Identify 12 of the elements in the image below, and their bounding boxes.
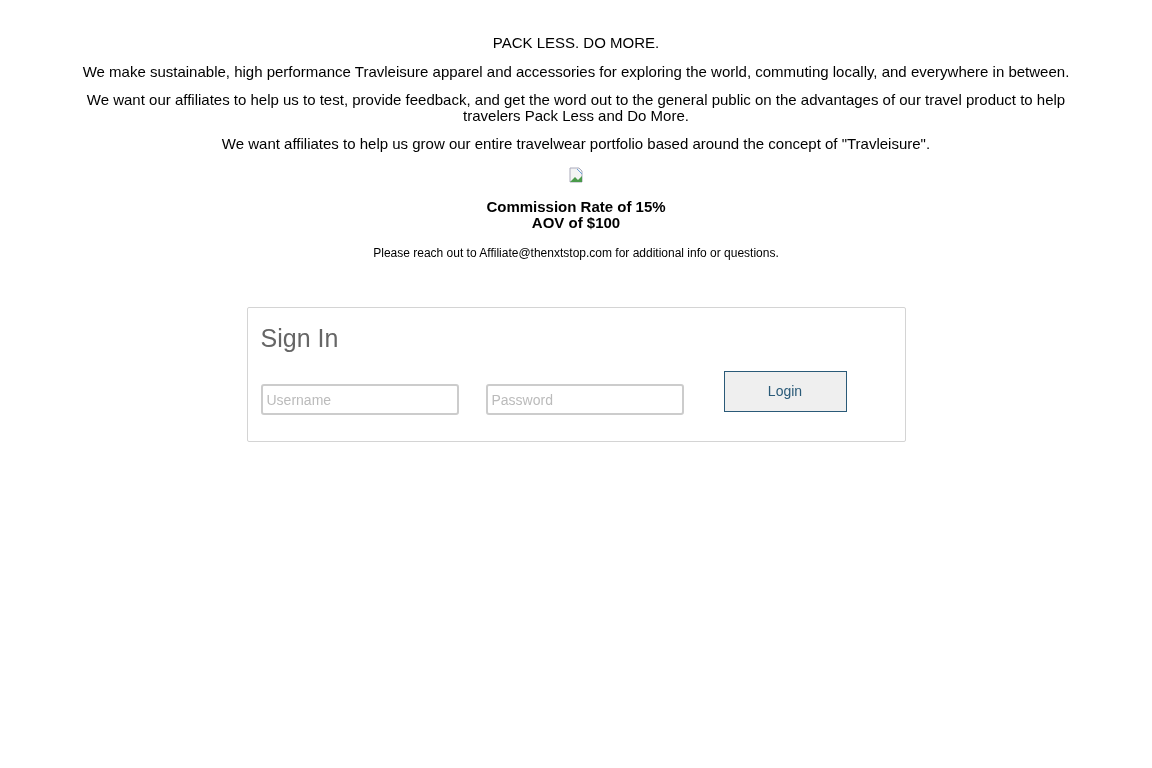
- contact-text: Please reach out to Affiliate@thenxtstop.com for additional info or questions.: [373, 246, 779, 260]
- username-field[interactable]: Username: [260, 384, 459, 415]
- terms-line: AOV of $100: [531, 215, 621, 231]
- paragraph: We want our affiliates to help us to test, provide feedback, and get the word out to the general public on the advantages of our travel product to help travelers Pack Less and Do More.: [85, 92, 1067, 124]
- paragraph: We want affiliates to help us grow our entire travelwear portfolio based around the concept of "Travleisure".: [221, 136, 931, 152]
- broken-image-icon: [568, 167, 584, 183]
- login-button[interactable]: Login: [723, 371, 847, 412]
- password-field[interactable]: Password: [485, 384, 684, 415]
- tagline: PACK LESS. DO MORE.: [492, 34, 660, 52]
- terms-line: Commission Rate of 15%: [486, 199, 666, 215]
- paragraph: We make sustainable, high performance Travleisure apparel and accessories for exploring the world, commuting locally, and everywhere in between.: [82, 64, 1070, 80]
- sign-in-title: Sign In: [260, 323, 340, 353]
